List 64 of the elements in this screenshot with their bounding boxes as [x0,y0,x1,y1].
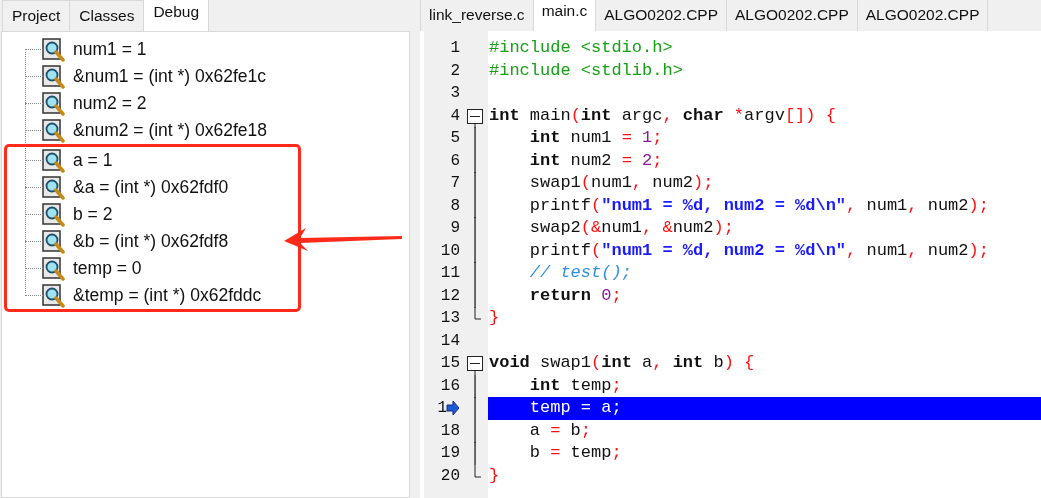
watch-icon [42,148,65,173]
line-number: 5 [450,128,460,149]
watch-item[interactable]: a = 1 [73,147,113,174]
code-line: printf("num1 = %d, num2 = %d\n", num1, num2); [528,194,990,217]
watch-item[interactable]: num1 = 1 [73,36,147,63]
line-number: 16 [440,375,460,397]
file-tab[interactable]: main.c [532,0,597,31]
line-number: 8 [450,195,460,217]
watch-icon [42,256,65,281]
watch-item[interactable]: &a = (int *) 0x62fdf0 [73,174,229,201]
line-number: 15 [440,353,460,374]
fold-toggle-icon[interactable] [467,356,483,375]
line-number: 12 [440,285,460,307]
code-line: #include <stdlib.h> [488,59,684,82]
code-line: #include <stdio.h> [488,37,674,59]
code-line: b = temp; [528,442,623,464]
watch-item[interactable]: temp = 0 [73,255,142,282]
line-number: 13 [440,308,460,329]
line-number: 18 [440,420,460,442]
line-number: 7 [450,173,460,194]
execution-arrow-icon [446,400,460,417]
code-line: int temp; [528,374,623,397]
code-line: a = b; [528,419,593,442]
watch-icon [42,91,65,116]
fold-toggle-icon[interactable] [467,108,483,128]
line-number: 9 [450,218,460,239]
line-number: 14 [440,330,460,352]
code-line: int num1 = 1; [528,127,664,149]
panel-tab[interactable]: Debug [143,0,210,31]
code-line: // test(); [528,262,633,284]
line-number: 1 [437,398,447,419]
watch-item[interactable]: &num2 = (int *) 0x62fe18 [73,117,268,144]
panel-tab[interactable]: Project [2,0,71,31]
watch-item[interactable]: num2 = 2 [73,90,147,117]
watch-icon [42,64,65,89]
watch-item[interactable]: &num1 = (int *) 0x62fe1c [73,63,267,90]
code-line: } [488,307,501,329]
line-number: 1 [450,38,460,59]
watch-icon [42,283,65,308]
code-line: printf("num1 = %d, num2 = %d\n", num1, num2); [528,239,990,262]
code-line: void swap1(int a, int b) { [488,352,756,374]
code-editor[interactable] [420,31,1041,498]
watch-icon [42,175,65,200]
watch-item[interactable]: &b = (int *) 0x62fdf8 [73,228,229,255]
code-line: int num2 = 2; [528,149,664,172]
code-line: swap1(num1, num2); [528,172,715,194]
code-line: } [488,464,501,487]
watch-icon [42,118,65,143]
line-number: 20 [440,465,460,487]
line-number: 2 [450,60,460,82]
line-number: 10 [440,240,460,262]
watch-icon [42,37,65,62]
code-line: swap2(&num1, &num2); [528,217,735,239]
line-number: 6 [450,150,460,172]
code-line: int main(int argc, char *argv[]) { [488,104,837,127]
code-line: return 0; [528,284,623,307]
line-number: 19 [440,443,460,464]
watch-icon [42,202,65,227]
watch-item[interactable]: &temp = (int *) 0x62fddc [73,282,262,309]
watch-icon [42,229,65,254]
line-number: 3 [450,83,460,104]
line-number: 4 [450,105,460,127]
watch-item[interactable]: b = 2 [73,201,113,228]
line-number: 11 [440,263,460,284]
